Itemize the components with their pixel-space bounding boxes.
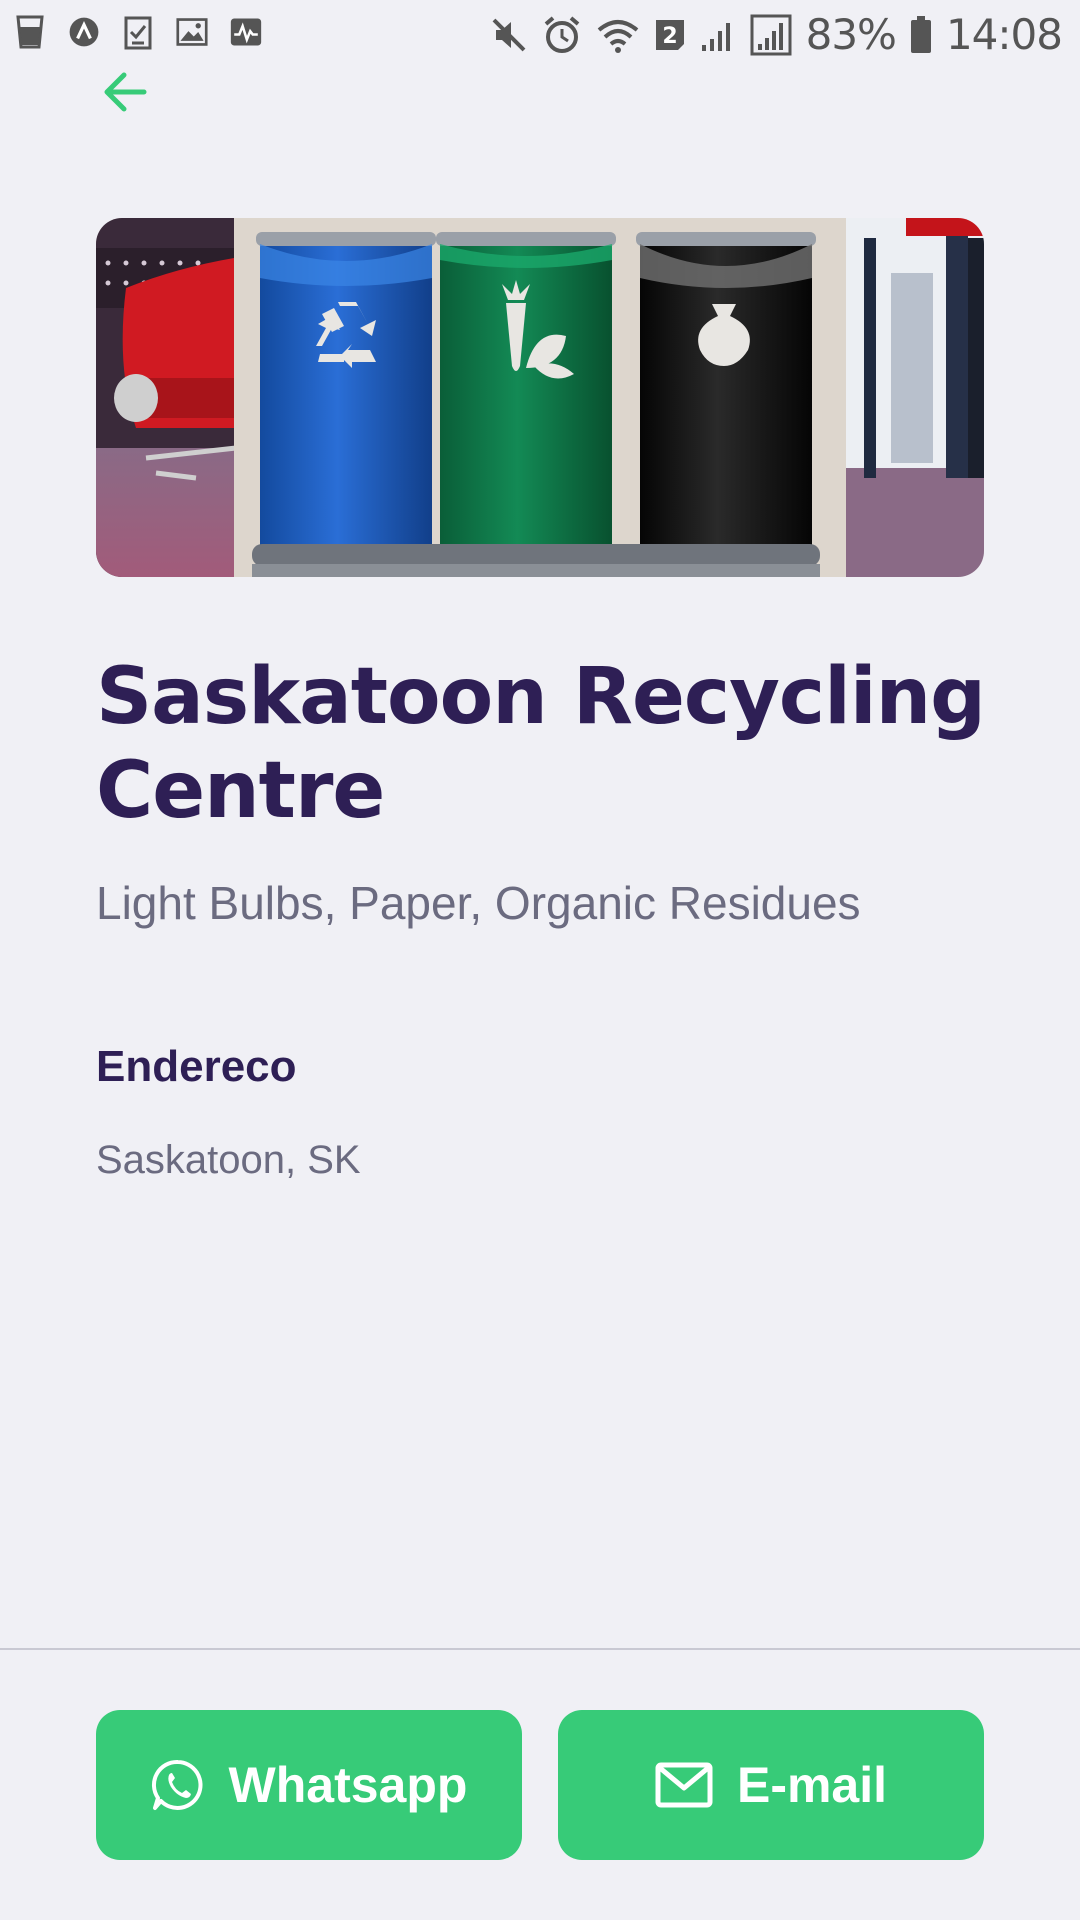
mute-icon [490,16,528,54]
email-label: E-mail [736,1757,888,1813]
hero-image [96,218,984,577]
signal-icon [700,17,736,53]
recycling-bins-image [96,218,984,577]
recycling-centre-detail-screen: 2 83% 14:08 Saskatoon Recycling Centre L… [0,0,1080,1920]
whatsapp-button[interactable]: Whatsapp [96,1710,522,1860]
company-name: Endereco [96,1042,297,1091]
alarm-icon [542,15,582,55]
image-icon [176,14,208,50]
whatsapp-label: Whatsapp [228,1757,468,1813]
wifi-icon [596,16,640,54]
a-letter-icon [68,14,100,50]
battery-percentage: 83% [805,10,897,59]
signal-icon-2 [750,14,792,56]
mail-icon [655,1762,713,1808]
clock: 14:08 [945,10,1063,59]
status-bar: 2 83% 14:08 [0,0,1080,74]
cup-icon [14,14,46,50]
back-button[interactable] [96,64,156,120]
sim-2-icon: 2 [654,18,686,52]
status-bar-left [14,14,262,50]
sim-badge-text: 2 [662,24,677,49]
battery-icon [910,15,932,54]
status-bar-right: 2 83% 14:08 [490,10,1063,59]
bottom-divider [0,1648,1080,1650]
email-button[interactable]: E-mail [558,1710,984,1860]
accepted-materials: Light Bulbs, Paper, Organic Residues [96,877,861,929]
activity-icon [230,14,262,50]
page-title: Saskatoon Recycling Centre [96,652,986,836]
clipboard-check-icon [122,14,154,50]
whatsapp-icon [151,1759,203,1810]
arrow-left-icon [104,72,147,112]
location-text: Saskatoon, SK [96,1138,361,1182]
